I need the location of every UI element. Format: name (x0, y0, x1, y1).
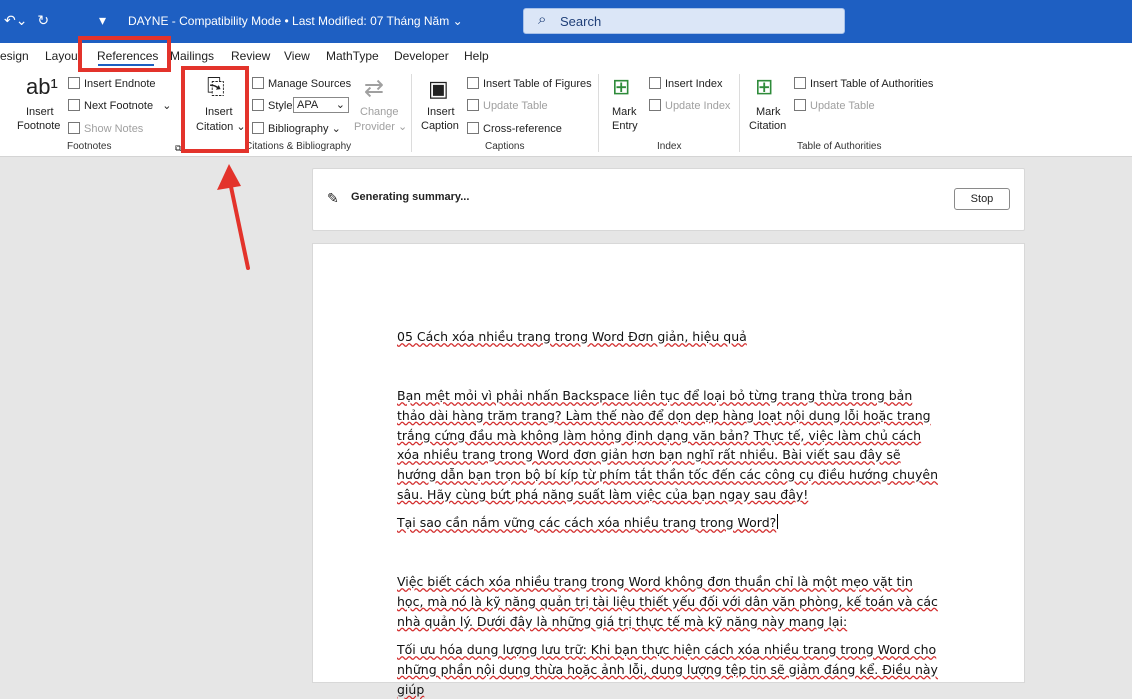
insert-footnote-button[interactable]: Insert (26, 106, 54, 118)
style-dropdown[interactable]: APA ⌄ (293, 97, 349, 113)
group-separator (411, 74, 412, 152)
show-notes-button[interactable]: Show Notes (68, 122, 143, 135)
style-icon (252, 99, 264, 111)
group-footnotes-label: Footnotes (67, 141, 112, 152)
customize-toolbar-icon[interactable]: ▾ (99, 12, 106, 28)
paragraph-body: Việc biết cách xóa nhiều trang trong Wor… (397, 574, 938, 629)
group-captions-label: Captions (485, 141, 525, 152)
paragraph-body-2: Tối ưu hóa dung lượng lưu trữ: Khi bạn t… (397, 642, 938, 697)
bibliography-button[interactable]: Bibliography ⌄ (252, 122, 341, 135)
insert-index-button[interactable]: Insert Index (649, 77, 722, 90)
group-separator (739, 74, 740, 152)
tab-developer[interactable]: Developer (394, 49, 449, 63)
manage-sources-button[interactable]: Manage Sources (252, 77, 351, 90)
cross-reference-button[interactable]: Cross-reference (467, 122, 562, 135)
group-separator (598, 74, 599, 152)
mark-citation-label: Citation (749, 120, 787, 132)
mark-entry-label: Entry (612, 120, 638, 132)
tab-mailings[interactable]: Mailings (170, 49, 214, 63)
ribbon: ab¹ Insert Footnote Insert Endnote Next … (0, 70, 1132, 157)
insert-table-of-authorities-button[interactable]: Insert Table of Authorities (794, 77, 933, 90)
undo-icon[interactable]: ↶⌄ (4, 12, 27, 28)
insert-caption-label: Caption (421, 120, 459, 132)
group-index-label: Index (657, 141, 682, 152)
change-provider-label: Provider ⌄ (354, 121, 408, 133)
table-of-authorities-icon (794, 77, 806, 89)
footnote-icon: ab¹ (26, 74, 58, 99)
summary-status-text: Generating summary... (351, 191, 470, 203)
highlight-box-insert-citation (181, 66, 249, 153)
highlight-box-references-tab (78, 36, 171, 72)
document-page[interactable]: 05 Cách xóa nhiều trang trong Word Đơn g… (312, 243, 1025, 697)
search-box[interactable]: ⌕ Search (523, 8, 845, 34)
next-footnote-icon (68, 99, 80, 111)
table-of-figures-icon (467, 77, 479, 89)
insert-caption-button[interactable]: Insert (427, 106, 455, 118)
update-index-button[interactable]: Update Index (649, 99, 730, 112)
mark-entry-icon: ⊞ (612, 74, 631, 99)
update-table-icon (794, 99, 806, 111)
insert-table-of-figures-button[interactable]: Insert Table of Figures (467, 77, 592, 90)
tab-mathtype[interactable]: MathType (326, 49, 379, 63)
update-table-captions-button[interactable]: Update Table (467, 99, 548, 112)
tab-design[interactable]: esign (0, 49, 29, 63)
insert-caption-icon: ▣ (428, 76, 449, 101)
endnote-icon (68, 77, 80, 89)
text-cursor (777, 514, 779, 529)
quick-access-toolbar: ↶⌄ ↻ ▾ (0, 12, 112, 29)
paragraph-subheading: Tại sao cần nắm vững các cách xóa nhiều … (397, 514, 779, 530)
style-label: Style: (252, 99, 296, 112)
stop-button[interactable]: Stop (954, 188, 1010, 210)
document-heading: 05 Cách xóa nhiều trang trong Word Đơn g… (397, 329, 747, 344)
group-table-of-authorities-label: Table of Authorities (797, 141, 882, 152)
red-arrow-annotation (217, 164, 250, 270)
insert-endnote-button[interactable]: Insert Endnote (68, 77, 156, 90)
bibliography-icon (252, 122, 264, 134)
paragraph-intro: Bạn mệt mỏi vì phải nhấn Backspace liên … (397, 388, 938, 502)
insert-index-icon (649, 77, 661, 89)
tab-review[interactable]: Review (231, 49, 270, 63)
tab-help[interactable]: Help (464, 49, 489, 63)
change-provider-icon: ⇄ (364, 75, 385, 102)
tab-view[interactable]: View (284, 49, 310, 63)
document-title[interactable]: DAYNE - Compatibility Mode • Last Modifi… (128, 14, 463, 28)
next-footnote-button[interactable]: Next Footnote ⌄ (68, 99, 171, 112)
search-icon: ⌕ (538, 11, 547, 28)
change-provider-button[interactable]: Change (360, 106, 399, 118)
show-notes-icon (68, 122, 80, 134)
cross-reference-icon (467, 122, 479, 134)
mark-entry-button[interactable]: Mark (612, 106, 636, 118)
update-index-icon (649, 99, 661, 111)
mark-citation-icon: ⊞ (755, 74, 774, 99)
summary-panel: ✎ Generating summary... Stop (312, 168, 1025, 231)
mark-citation-button[interactable]: Mark (756, 106, 780, 118)
insert-footnote-label: Footnote (17, 120, 61, 132)
summary-sparkle-icon: ✎ (327, 190, 339, 206)
tab-layout[interactable]: Layout (45, 49, 81, 63)
update-table-authorities-button[interactable]: Update Table (794, 99, 875, 112)
manage-sources-icon (252, 77, 264, 89)
search-placeholder: Search (560, 14, 602, 29)
redo-icon[interactable]: ↻ (37, 12, 49, 28)
group-citations-label: Citations & Bibliography (245, 141, 352, 152)
chevron-down-icon: ⌄ (335, 99, 345, 111)
update-table-icon (467, 99, 479, 111)
